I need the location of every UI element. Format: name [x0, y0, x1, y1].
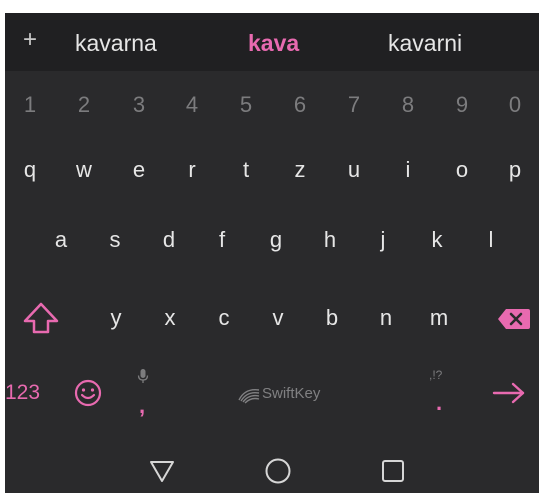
period-key[interactable]: .: [436, 390, 442, 416]
suggestion-center[interactable]: kava: [248, 30, 299, 57]
emoji-icon[interactable]: [73, 378, 103, 408]
suggestion-bar: + kavarna kava kavarni: [5, 13, 539, 71]
key-z[interactable]: z: [280, 152, 320, 188]
numbers-switch-button[interactable]: 123: [5, 381, 40, 405]
key-8[interactable]: 8: [388, 87, 428, 123]
comma-key[interactable]: ,: [139, 393, 145, 419]
period-hint: ,!?: [429, 368, 443, 382]
key-4[interactable]: 4: [172, 87, 212, 123]
key-h[interactable]: h: [310, 222, 350, 258]
key-6[interactable]: 6: [280, 87, 320, 123]
microphone-icon: [137, 368, 149, 384]
keyboard: + kavarna kava kavarni 1 2 3 4 5 6 7 8 9…: [5, 13, 539, 493]
key-2[interactable]: 2: [64, 87, 104, 123]
key-q[interactable]: q: [10, 152, 50, 188]
key-r[interactable]: r: [172, 152, 212, 188]
key-k[interactable]: k: [417, 222, 457, 258]
key-b[interactable]: b: [312, 300, 352, 336]
key-j[interactable]: j: [363, 222, 403, 258]
nav-back-icon[interactable]: [148, 458, 176, 484]
key-y[interactable]: y: [96, 300, 136, 336]
nav-recents-icon[interactable]: [380, 458, 406, 484]
key-f[interactable]: f: [202, 222, 242, 258]
key-3[interactable]: 3: [119, 87, 159, 123]
space-bar[interactable]: SwiftKey: [237, 384, 347, 406]
key-s[interactable]: s: [95, 222, 135, 258]
key-v[interactable]: v: [258, 300, 298, 336]
suggestion-right[interactable]: kavarni: [388, 30, 462, 57]
key-c[interactable]: c: [204, 300, 244, 336]
key-t[interactable]: t: [226, 152, 266, 188]
key-o[interactable]: o: [442, 152, 482, 188]
key-x[interactable]: x: [150, 300, 190, 336]
key-p[interactable]: p: [495, 152, 535, 188]
key-7[interactable]: 7: [334, 87, 374, 123]
shift-icon[interactable]: [21, 301, 61, 335]
swiftkey-brand-label: SwiftKey: [262, 385, 321, 402]
key-l[interactable]: l: [471, 222, 511, 258]
swiftkey-logo-icon: [238, 389, 260, 404]
key-1[interactable]: 1: [10, 87, 50, 123]
key-5[interactable]: 5: [226, 87, 266, 123]
navigation-bar: [5, 445, 539, 493]
key-w[interactable]: w: [64, 152, 104, 188]
key-u[interactable]: u: [334, 152, 374, 188]
key-9[interactable]: 9: [442, 87, 482, 123]
key-e[interactable]: e: [119, 152, 159, 188]
nav-home-icon[interactable]: [264, 457, 292, 485]
suggestion-left[interactable]: kavarna: [75, 30, 157, 57]
key-a[interactable]: a: [41, 222, 81, 258]
key-m[interactable]: m: [419, 300, 459, 336]
backspace-icon[interactable]: [497, 307, 531, 331]
key-g[interactable]: g: [256, 222, 296, 258]
plus-icon[interactable]: +: [23, 26, 37, 54]
key-0[interactable]: 0: [495, 87, 535, 123]
key-n[interactable]: n: [366, 300, 406, 336]
enter-arrow-icon[interactable]: [491, 381, 527, 405]
key-i[interactable]: i: [388, 152, 428, 188]
key-d[interactable]: d: [149, 222, 189, 258]
